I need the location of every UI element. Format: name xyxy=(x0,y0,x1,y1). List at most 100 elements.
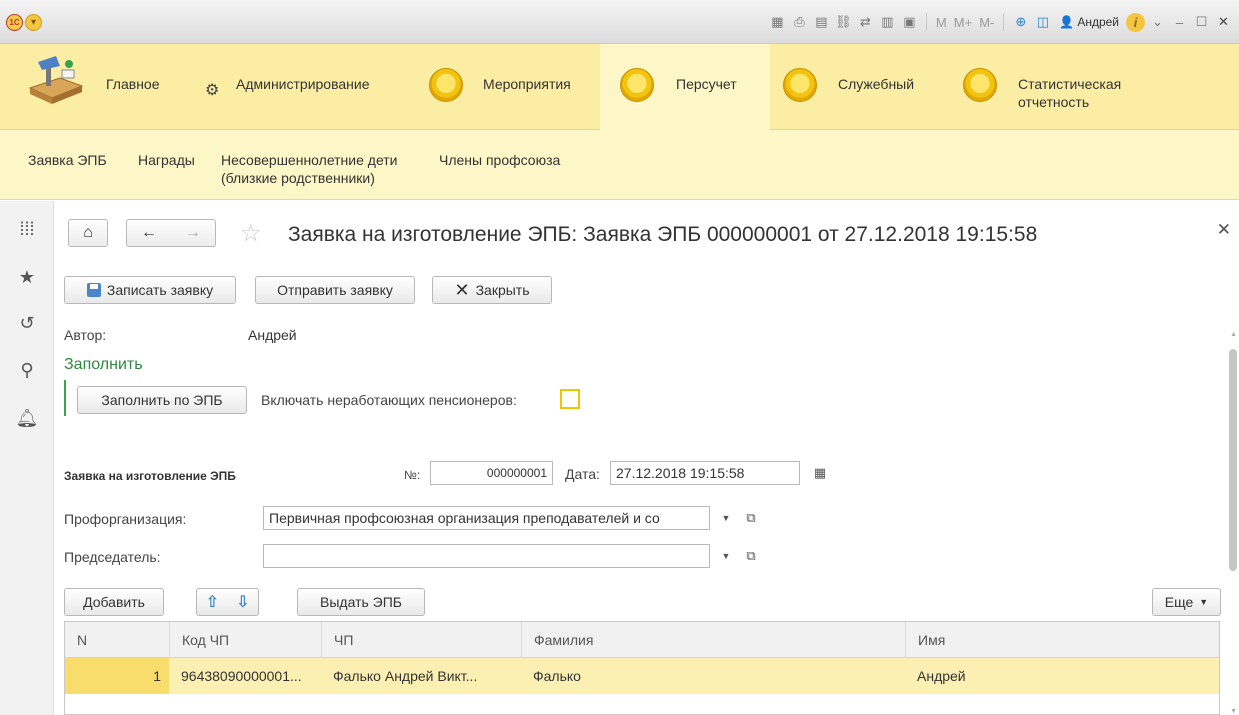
subnav-union-members[interactable]: Члены профсоюза xyxy=(439,151,560,169)
cell-member: Фалько Андрей Викт... xyxy=(333,668,478,684)
memory-plus-button[interactable]: M+ xyxy=(952,15,974,30)
forward-arrow-icon[interactable]: → xyxy=(185,224,201,242)
link-copy-icon[interactable]: ⇄ xyxy=(856,13,875,32)
issue-epb-button[interactable]: Выдать ЭПБ xyxy=(297,588,425,616)
scroll-down-arrow-icon[interactable]: ▼ xyxy=(1230,708,1237,715)
tools-panel: ⁞⁞⁞ ★ ↺ ⚲ 🔔︎ xyxy=(0,201,54,715)
chevron-down-icon[interactable]: ⌄ xyxy=(1148,13,1167,32)
minimize-icon[interactable]: – xyxy=(1170,13,1189,32)
app-logo-icon: 1С xyxy=(6,14,23,31)
form-scrollbar[interactable]: ▲ ▼ xyxy=(1227,331,1239,715)
section-statistics[interactable]: Статистическая отчетность xyxy=(960,44,1160,130)
info-icon[interactable]: i xyxy=(1126,12,1145,32)
org-field[interactable]: Первичная профсоюзная организация препод… xyxy=(263,506,710,530)
section-circle-icon xyxy=(429,68,463,102)
gear-icon: ⚙ xyxy=(205,82,220,99)
fill-group-border xyxy=(64,380,66,416)
column-header-first-name[interactable]: Имя xyxy=(905,622,1221,658)
section-events[interactable]: Мероприятия xyxy=(410,44,600,130)
table-row[interactable]: 1 96438090000001... Фалько Андрей Викт..… xyxy=(65,658,1219,694)
date-field[interactable]: 27.12.2018 19:15:58 xyxy=(610,461,800,485)
close-button[interactable]: ✕ Закрыть xyxy=(432,276,552,304)
home-button[interactable]: ⌂ xyxy=(68,219,108,247)
fill-group-title: Заполнить xyxy=(64,356,143,373)
column-header-code[interactable]: Код ЧП xyxy=(169,622,321,658)
memory-minus-button[interactable]: M- xyxy=(977,15,996,30)
include-pensioners-checkbox[interactable] xyxy=(560,389,580,409)
save-request-button[interactable]: Записать заявку xyxy=(64,276,236,304)
column-header-last-name[interactable]: Фамилия xyxy=(521,622,905,658)
subnav-minor-children[interactable]: Несовершеннолетние дети (близкие родстве… xyxy=(221,151,426,187)
save-request-label: Записать заявку xyxy=(106,282,214,298)
more-button[interactable]: Еще ▼ xyxy=(1152,588,1221,616)
page-title: Заявка на изготовление ЭПБ: Заявка ЭПБ 0… xyxy=(288,223,1038,246)
cell-first-name: Андрей xyxy=(917,668,966,684)
section-admin[interactable]: ⚙ Администрирование xyxy=(190,44,410,130)
favorites-icon[interactable]: ★ xyxy=(17,267,37,287)
sections-panel: Главное ⚙ Администрирование Мероприятия … xyxy=(0,44,1239,130)
search-icon[interactable]: ⚲ xyxy=(17,360,37,380)
org-dropdown-chevron-icon[interactable]: ▼ xyxy=(716,506,736,530)
chairman-label: Председатель: xyxy=(64,549,161,565)
titlebar-toolbar: ▦ ⎙ ▤ ⛓ ⇄ ▥ ▣ M M+ M- ⊕ ◫ 👤 Андрей i ⌄ –… xyxy=(768,11,1233,33)
cell-code: 96438090000001... xyxy=(181,668,302,684)
close-window-icon[interactable]: ✕ xyxy=(1214,13,1233,32)
calendar-icon[interactable]: ▣ xyxy=(900,13,919,32)
close-form-icon[interactable]: ✕ xyxy=(1217,220,1231,240)
chairman-dropdown-chevron-icon[interactable]: ▼ xyxy=(716,544,736,568)
table-header: N Код ЧП ЧП Фамилия Имя xyxy=(65,622,1219,658)
section-main[interactable]: Главное xyxy=(0,44,190,130)
org-label: Профорганизация: xyxy=(64,511,187,527)
author-label: Автор: xyxy=(64,327,107,343)
section-commands: Заявка ЭПБ Награды Несовершеннолетние де… xyxy=(0,130,1239,200)
maximize-icon[interactable]: ☐ xyxy=(1192,13,1211,32)
window-titlebar: 1С ▾ ▦ ⎙ ▤ ⛓ ⇄ ▥ ▣ M M+ M- ⊕ ◫ 👤 Андрей … xyxy=(0,0,1239,44)
add-row-label: Добавить xyxy=(83,594,145,610)
history-icon[interactable]: ↺ xyxy=(17,313,37,333)
column-header-n[interactable]: N xyxy=(65,622,169,658)
history-nav: ← → xyxy=(126,219,216,247)
titlebar-divider xyxy=(925,13,927,31)
scroll-up-arrow-icon[interactable]: ▲ xyxy=(1230,331,1237,338)
back-arrow-icon[interactable]: ← xyxy=(141,224,157,242)
memory-m-button[interactable]: M xyxy=(934,15,949,30)
panels-icon[interactable]: ◫ xyxy=(1033,13,1052,32)
send-request-button[interactable]: Отправить заявку xyxy=(255,276,415,304)
calendar-picker-icon[interactable]: ▦ xyxy=(809,461,831,485)
star-favorite-icon[interactable]: ☆ xyxy=(240,219,262,248)
number-field[interactable]: 000000001 xyxy=(430,461,553,485)
column-header-member[interactable]: ЧП xyxy=(321,622,521,658)
chairman-open-icon[interactable]: ⧉ xyxy=(740,544,762,568)
print-icon[interactable]: ⎙ xyxy=(790,13,809,32)
send-request-label: Отправить заявку xyxy=(277,282,393,298)
org-open-icon[interactable]: ⧉ xyxy=(740,506,762,530)
current-user[interactable]: 👤 Андрей xyxy=(1059,15,1119,29)
preview-icon[interactable]: ▤ xyxy=(812,13,831,32)
zoom-icon[interactable]: ⊕ xyxy=(1011,13,1030,32)
save-icon[interactable]: ▦ xyxy=(768,13,787,32)
fill-by-epb-button[interactable]: Заполнить по ЭПБ xyxy=(77,386,247,414)
notifications-bell-icon[interactable]: 🔔︎ xyxy=(16,408,39,428)
floppy-disk-icon xyxy=(86,283,101,297)
subnav-epb-request[interactable]: Заявка ЭПБ xyxy=(28,151,107,169)
section-label-service: Служебный xyxy=(838,76,915,92)
date-label: Дата: xyxy=(565,466,600,482)
main-menu-button[interactable]: ▾ xyxy=(25,14,42,31)
add-row-button[interactable]: Добавить xyxy=(64,588,164,616)
section-service[interactable]: Служебный xyxy=(770,44,960,130)
author-value: Андрей xyxy=(248,327,297,343)
all-functions-icon[interactable]: ⁞⁞⁞ xyxy=(17,219,37,239)
move-down-arrow-icon[interactable]: ⇩ xyxy=(236,592,249,612)
chairman-field[interactable] xyxy=(263,544,710,568)
subnav-awards[interactable]: Награды xyxy=(138,151,195,169)
move-up-arrow-icon[interactable]: ⇧ xyxy=(206,592,219,612)
close-label: Закрыть xyxy=(475,282,530,298)
doc-caption: Заявка на изготовление ЭПБ xyxy=(64,469,236,483)
calculator-icon[interactable]: ▥ xyxy=(878,13,897,32)
link-icon[interactable]: ⛓ xyxy=(834,13,853,32)
move-buttons: ⇧ ⇩ xyxy=(196,588,259,616)
scrollbar-thumb[interactable] xyxy=(1229,349,1237,571)
close-icon: ✕ xyxy=(454,279,470,300)
home-icon: ⌂ xyxy=(83,224,93,241)
section-personnel[interactable]: Персучет xyxy=(600,44,770,130)
